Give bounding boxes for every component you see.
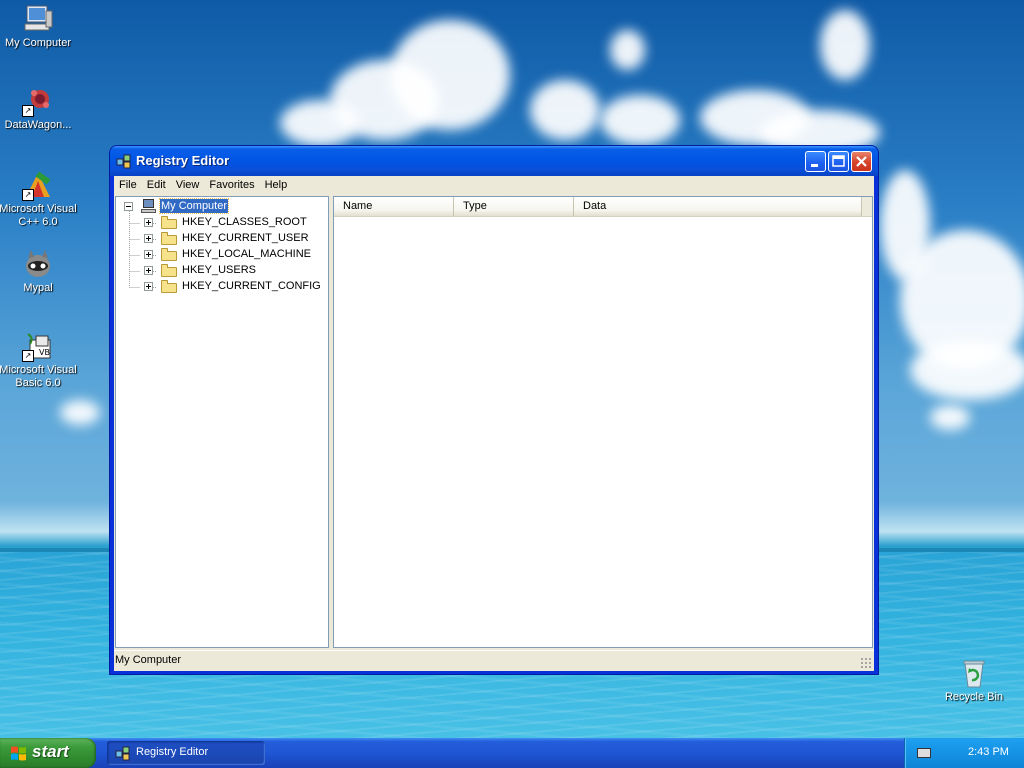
desktop-icon-visual-cpp[interactable]: ↗ Microsoft Visual C++ 6.0 bbox=[0, 169, 78, 229]
desktop-icon-recycle-bin[interactable]: Recycle Bin bbox=[934, 657, 1014, 704]
registry-tree[interactable]: My Computer HKEY_CLASSES_ROOT HKEY_CURRE… bbox=[115, 196, 329, 648]
maximize-button[interactable] bbox=[828, 151, 849, 172]
cloud bbox=[930, 405, 970, 430]
start-label: start bbox=[32, 742, 69, 761]
list-header: Name Type Data bbox=[334, 197, 872, 217]
minimize-button[interactable] bbox=[805, 151, 826, 172]
keyboard-icon[interactable] bbox=[917, 748, 931, 758]
expand-icon[interactable] bbox=[144, 249, 153, 259]
tree-label[interactable]: HKEY_USERS bbox=[181, 263, 257, 277]
title-bar[interactable]: Registry Editor bbox=[110, 146, 878, 176]
folder-icon bbox=[161, 247, 177, 261]
shortcut-arrow-icon: ↗ bbox=[22, 350, 34, 362]
status-text: My Computer bbox=[115, 654, 182, 666]
tree-node-root[interactable]: My Computer bbox=[124, 198, 230, 214]
clock[interactable]: 2:43 PM bbox=[968, 746, 1009, 758]
menu-favorites[interactable]: Favorites bbox=[204, 176, 259, 194]
datawagon-icon: ↗ bbox=[22, 85, 54, 117]
cloud bbox=[60, 400, 100, 425]
window-title: Registry Editor bbox=[136, 153, 230, 168]
column-header-type[interactable]: Type bbox=[454, 197, 574, 216]
desktop-icon-label: Mypal bbox=[23, 282, 53, 294]
column-header-data[interactable]: Data bbox=[574, 197, 862, 216]
desktop-icon-label: Microsoft Visual C++ 6.0 bbox=[0, 203, 77, 228]
folder-icon bbox=[161, 215, 177, 229]
registry-editor-window[interactable]: Registry Editor File Edit View Favorites… bbox=[110, 146, 878, 674]
tree-label-root[interactable]: My Computer bbox=[158, 198, 230, 214]
shortcut-arrow-icon: ↗ bbox=[22, 105, 34, 117]
close-icon bbox=[856, 156, 867, 167]
system-tray: 2:43 PM bbox=[904, 738, 1024, 768]
tree-label[interactable]: HKEY_LOCAL_MACHINE bbox=[181, 247, 312, 261]
mypal-icon bbox=[22, 248, 54, 280]
cloud bbox=[610, 30, 645, 70]
menu-file[interactable]: File bbox=[114, 176, 142, 194]
close-button[interactable] bbox=[851, 151, 872, 172]
folder-icon bbox=[161, 279, 177, 293]
cloud bbox=[820, 10, 870, 80]
tree-node-hkey[interactable]: HKEY_LOCAL_MACHINE bbox=[144, 246, 312, 262]
computer-icon bbox=[141, 199, 157, 213]
expand-icon[interactable] bbox=[144, 281, 153, 291]
tree-label[interactable]: HKEY_CLASSES_ROOT bbox=[181, 215, 308, 229]
tree-label[interactable]: HKEY_CURRENT_CONFIG bbox=[181, 279, 322, 293]
start-button[interactable]: start bbox=[0, 738, 96, 768]
desktop-icon-label: Microsoft Visual Basic 6.0 bbox=[0, 364, 77, 389]
expand-icon[interactable] bbox=[144, 265, 153, 275]
collapse-icon[interactable] bbox=[124, 201, 133, 211]
shortcut-arrow-icon: ↗ bbox=[22, 189, 34, 201]
tree-node-hkey[interactable]: HKEY_CURRENT_USER bbox=[144, 230, 310, 246]
cloud bbox=[530, 80, 600, 140]
column-header-name[interactable]: Name bbox=[334, 197, 454, 216]
tree-node-hkey[interactable]: HKEY_CURRENT_CONFIG bbox=[144, 278, 322, 294]
expand-icon[interactable] bbox=[144, 217, 153, 227]
cloud bbox=[910, 340, 1024, 400]
values-list[interactable]: Name Type Data bbox=[333, 196, 873, 648]
tree-node-hkey[interactable]: HKEY_CLASSES_ROOT bbox=[144, 214, 308, 230]
cloud bbox=[600, 95, 680, 145]
cloud bbox=[280, 100, 360, 146]
desktop-icon-label: DataWagon... bbox=[4, 119, 72, 131]
taskbar-button-label: Registry Editor bbox=[136, 746, 209, 758]
tree-node-hkey[interactable]: HKEY_USERS bbox=[144, 262, 257, 278]
status-bar: My Computer bbox=[114, 650, 874, 671]
taskbar: start Registry Editor 2:43 PM bbox=[0, 738, 1024, 768]
desktop-icon-my-computer[interactable]: My Computer bbox=[0, 3, 78, 50]
menu-edit[interactable]: Edit bbox=[142, 176, 171, 194]
minimize-icon bbox=[811, 164, 818, 167]
expand-icon[interactable] bbox=[144, 233, 153, 243]
menu-view[interactable]: View bbox=[171, 176, 205, 194]
maximize-icon bbox=[832, 155, 845, 167]
visual-basic-icon: VB ↗ bbox=[22, 330, 54, 362]
regedit-icon bbox=[115, 745, 131, 761]
recycle-bin-icon bbox=[958, 657, 990, 689]
desktop-icon-label: My Computer bbox=[4, 37, 72, 49]
taskbar-button-registry-editor[interactable]: Registry Editor bbox=[107, 741, 265, 765]
desktop-icon-visual-basic[interactable]: VB ↗ Microsoft Visual Basic 6.0 bbox=[0, 330, 78, 390]
desktop-icon-mypal[interactable]: Mypal bbox=[0, 248, 78, 295]
windows-logo-icon bbox=[10, 745, 27, 761]
resize-grip-icon[interactable] bbox=[860, 657, 872, 669]
desktop-icon-label: Recycle Bin bbox=[944, 691, 1004, 703]
regedit-icon bbox=[116, 153, 132, 169]
window-body: File Edit View Favorites Help My Compute… bbox=[114, 176, 874, 671]
menu-help[interactable]: Help bbox=[260, 176, 293, 194]
svg-text:VB: VB bbox=[39, 348, 50, 357]
menu-bar: File Edit View Favorites Help bbox=[114, 176, 874, 194]
folder-icon bbox=[161, 263, 177, 277]
folder-icon bbox=[161, 231, 177, 245]
desktop-icon-datawagon[interactable]: ↗ DataWagon... bbox=[0, 85, 78, 132]
tree-label[interactable]: HKEY_CURRENT_USER bbox=[181, 231, 310, 245]
my-computer-icon bbox=[22, 3, 54, 35]
visual-cpp-icon: ↗ bbox=[22, 169, 54, 201]
